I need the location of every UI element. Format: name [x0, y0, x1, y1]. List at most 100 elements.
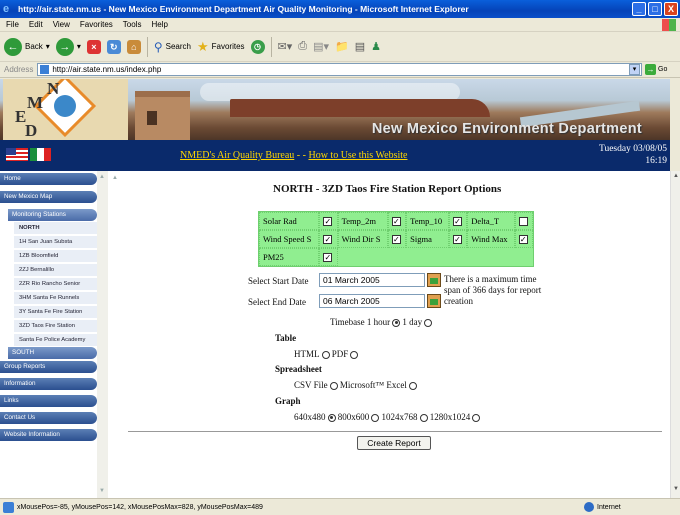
logo-letter: M: [27, 93, 44, 112]
nav-station[interactable]: 3ZD Taos Fire Station: [14, 320, 97, 332]
print-icon[interactable]: ⎙: [298, 40, 307, 53]
param-checkbox[interactable]: ✓: [323, 235, 333, 245]
nav-station[interactable]: 3Y Santa Fe Fire Station: [14, 306, 97, 318]
calendar-icon[interactable]: [427, 273, 441, 287]
nav-station[interactable]: 1H San Juan Substa: [14, 236, 97, 248]
page-scrollbar[interactable]: ▲ ▼: [670, 171, 680, 498]
param-checkbox[interactable]: ✓: [391, 217, 401, 227]
format-radio[interactable]: [408, 381, 417, 390]
mail-icon[interactable]: ✉▾: [278, 40, 293, 53]
format-radio[interactable]: [350, 350, 359, 359]
nav-region-north[interactable]: NORTH: [14, 222, 97, 234]
param-label: PM25: [259, 248, 320, 266]
create-report-button[interactable]: Create Report: [357, 436, 431, 450]
nav-group-reports[interactable]: Group Reports: [0, 361, 97, 373]
address-input[interactable]: http://air.state.nm.us/index.php: [37, 63, 643, 76]
param-checkbox[interactable]: ✓: [453, 217, 463, 227]
toolbar-separator: [146, 36, 148, 57]
nav-station[interactable]: Santa Fe Police Academy: [14, 334, 97, 346]
air-quality-bureau-link[interactable]: NMED's Air Quality Bureau: [180, 150, 294, 161]
security-zone: Internet: [584, 502, 621, 512]
search-icon: ⚲: [153, 39, 163, 54]
timebase-option-label: 1 day: [402, 317, 423, 327]
nav-region-south[interactable]: SOUTH: [8, 347, 97, 359]
nav-new-mexico-map[interactable]: New Mexico Map: [0, 191, 97, 203]
format-radio[interactable]: [321, 350, 330, 359]
edit-icon[interactable]: ▤▾: [313, 40, 329, 53]
window-title-bar: e http://air.state.nm.us - New Mexico En…: [0, 0, 680, 18]
menu-favorites[interactable]: Favorites: [80, 20, 113, 29]
scroll-down-icon[interactable]: ▼: [99, 488, 105, 494]
nav-station[interactable]: 1ZB Bloomfield: [14, 250, 97, 262]
people-icon[interactable]: ♟: [371, 40, 381, 53]
messenger-icon[interactable]: ▤: [355, 40, 365, 53]
menu-bar: File Edit View Favorites Tools Help: [0, 18, 680, 32]
menu-help[interactable]: Help: [151, 20, 167, 29]
menu-edit[interactable]: Edit: [29, 20, 43, 29]
nav-home[interactable]: Home: [0, 173, 97, 185]
format-radio[interactable]: [329, 381, 338, 390]
nav-information[interactable]: Information: [0, 378, 97, 390]
param-checkbox[interactable]: ✓: [391, 235, 401, 245]
menu-tools[interactable]: Tools: [123, 20, 142, 29]
timebase-radio[interactable]: [424, 318, 433, 327]
search-button[interactable]: ⚲ Search: [154, 40, 191, 54]
windows-logo-icon: [662, 19, 676, 31]
nav-website-information[interactable]: Website Information: [0, 429, 97, 441]
maximize-button[interactable]: □: [648, 2, 662, 16]
address-dropdown-button[interactable]: ▾: [629, 64, 640, 75]
go-button[interactable]: → Go: [645, 64, 667, 75]
timebase-radio[interactable]: [392, 318, 401, 327]
format-option-label: HTML: [294, 349, 320, 359]
close-button[interactable]: X: [664, 2, 678, 16]
time-text: 16:19: [645, 156, 667, 166]
home-icon[interactable]: ⌂: [126, 39, 141, 54]
forward-button[interactable]: → ▾: [55, 37, 81, 56]
nav-links[interactable]: Links: [0, 395, 97, 407]
nav-contact-us[interactable]: Contact Us: [0, 412, 97, 424]
graph-size-label: 1280x1024: [429, 412, 471, 422]
menu-view[interactable]: View: [53, 20, 70, 29]
graph-size-radio[interactable]: [327, 413, 336, 422]
nav-station[interactable]: 2ZR Rio Rancho Senior: [14, 278, 97, 290]
us-flag-icon: [6, 148, 28, 161]
nmed-logo[interactable]: N M E D: [3, 79, 128, 140]
graph-size-radio[interactable]: [371, 413, 380, 422]
graph-size-radio[interactable]: [472, 413, 481, 422]
search-label: Search: [165, 42, 191, 51]
how-to-use-link[interactable]: How to Use this Website: [308, 150, 407, 161]
graph-heading: Graph: [275, 396, 301, 406]
param-label: Solar Rad: [259, 212, 320, 230]
param-label: Wind Speed S: [259, 230, 320, 248]
table-options: HTML PDF: [294, 349, 359, 359]
minimize-button[interactable]: _: [632, 2, 646, 16]
nav-links: NMED's Air Quality Bureau - - How to Use…: [180, 150, 407, 161]
nav-station[interactable]: 2ZJ Bernalillo: [14, 264, 97, 276]
param-checkbox[interactable]: ✓: [323, 253, 333, 263]
end-date-input[interactable]: 06 March 2005: [319, 294, 425, 308]
back-button[interactable]: ← Back ▾: [4, 37, 50, 56]
scroll-up-icon[interactable]: ▲: [112, 175, 118, 181]
scroll-up-icon[interactable]: ▲: [671, 173, 680, 183]
param-checkbox[interactable]: ✓: [323, 217, 333, 227]
refresh-icon[interactable]: ↻: [106, 39, 121, 54]
left-navigation: Home New Mexico Map Monitoring Stations …: [0, 171, 108, 498]
param-checkbox[interactable]: ✓: [518, 235, 528, 245]
mexico-flag-icon: [30, 148, 51, 161]
menu-file[interactable]: File: [6, 20, 19, 29]
scroll-down-icon[interactable]: ▼: [671, 486, 680, 496]
scroll-up-icon[interactable]: ▲: [99, 174, 105, 180]
nav-station[interactable]: 3HM Santa Fe Runnels: [14, 292, 97, 304]
favorites-button[interactable]: ★ Favorites: [197, 39, 245, 55]
left-nav-scrollbar[interactable]: [97, 171, 108, 498]
folder-icon[interactable]: 📁: [335, 40, 349, 53]
start-date-input[interactable]: 01 March 2005: [319, 273, 425, 287]
calendar-icon[interactable]: [427, 294, 441, 308]
stop-icon[interactable]: ×: [86, 39, 101, 54]
param-checkbox[interactable]: ✓: [453, 235, 463, 245]
history-icon[interactable]: ◷: [250, 39, 265, 54]
chevron-down-icon: ▾: [45, 42, 50, 51]
graph-size-radio[interactable]: [419, 413, 428, 422]
nav-monitoring-stations[interactable]: Monitoring Stations: [8, 209, 97, 221]
param-checkbox[interactable]: [518, 217, 528, 227]
